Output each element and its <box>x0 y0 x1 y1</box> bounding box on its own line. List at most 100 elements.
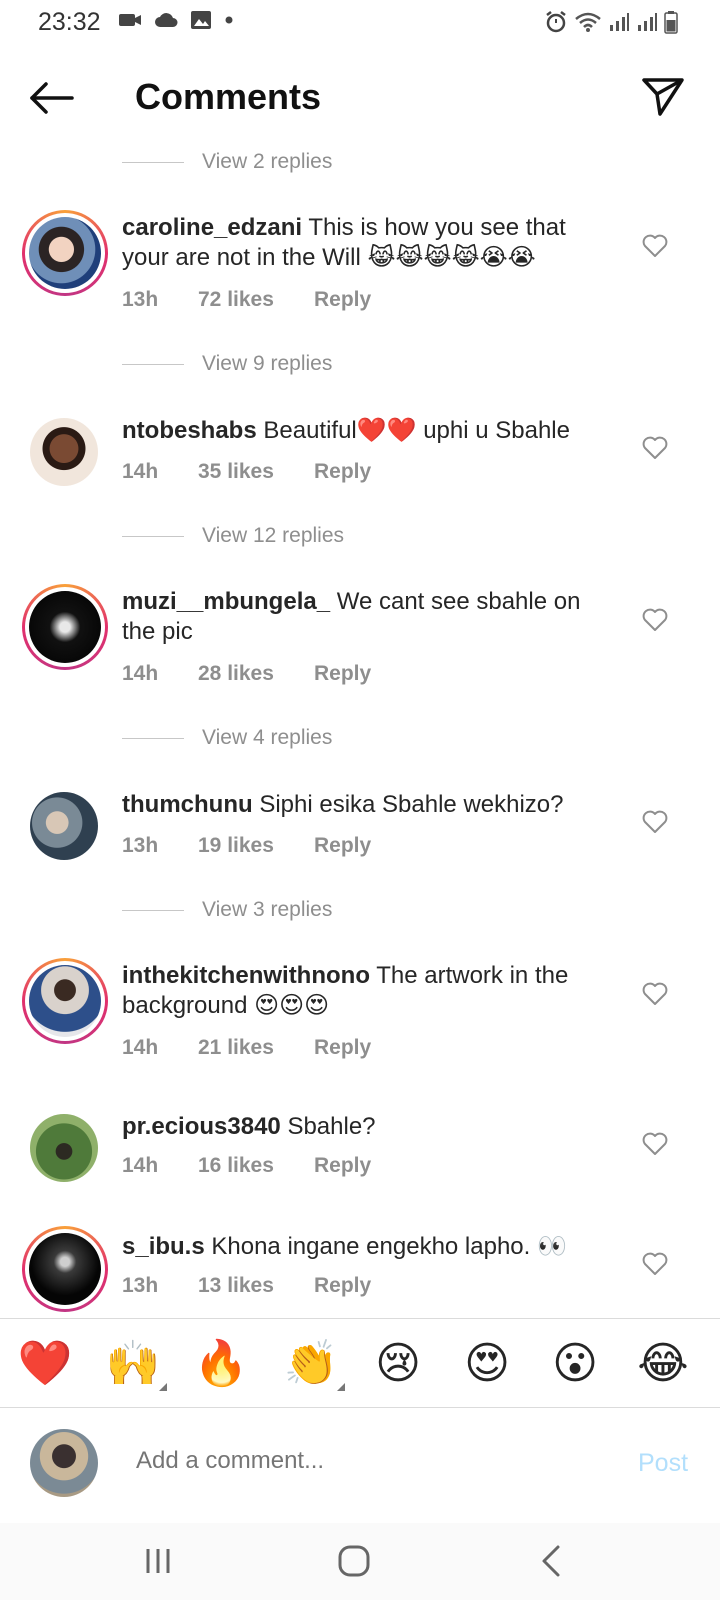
heart-icon[interactable] <box>642 234 668 258</box>
comment-likes[interactable]: 21 likes <box>198 1036 314 1060</box>
gallery-icon <box>191 11 211 29</box>
heart-icon[interactable] <box>642 1252 668 1276</box>
reply-button[interactable]: Reply <box>314 288 371 312</box>
page-title: Comments <box>135 76 322 117</box>
skin-tone-indicator <box>159 1383 167 1391</box>
heart-icon[interactable] <box>642 1132 668 1156</box>
reply-button[interactable]: Reply <box>314 1036 371 1060</box>
comment-text: muzi__mbungela_ We cant see sbahle on th… <box>122 587 602 647</box>
heart-icon[interactable] <box>642 608 668 632</box>
replies-divider <box>122 363 184 365</box>
comment-meta: 14h 35 likes Reply <box>122 460 371 484</box>
emoji-surprised-button[interactable]: 😮 <box>547 1339 603 1389</box>
signal-2-icon <box>638 13 657 31</box>
emoji-raised-hands-glyph: 🙌 <box>105 1338 161 1389</box>
comment-username[interactable]: caroline_edzani <box>122 214 302 241</box>
comment-likes[interactable]: 28 likes <box>198 662 314 686</box>
comment-time: 13h <box>122 1274 159 1297</box>
comment-meta: 13h 19 likes Reply <box>122 834 371 858</box>
emoji-heart-button[interactable]: ❤️ <box>17 1339 73 1389</box>
reply-button[interactable]: Reply <box>314 1274 371 1298</box>
emoji-quick-bar: ❤️ 🙌 🔥 👏 😢 😍 😮 😂 <box>0 1318 720 1408</box>
send-direct-icon[interactable] <box>640 74 686 120</box>
comment-likes[interactable]: 13 likes <box>198 1274 314 1298</box>
avatar[interactable] <box>30 418 98 486</box>
view-replies-link[interactable]: View 3 replies <box>122 898 332 922</box>
comment-meta: 14h 16 likes Reply <box>122 1154 371 1178</box>
comment-likes[interactable]: 35 likes <box>198 460 314 484</box>
comment-username[interactable]: muzi__mbungela_ <box>122 588 330 615</box>
replies-divider <box>122 737 184 739</box>
emoji-laughing-button[interactable]: 😂 <box>635 1339 691 1389</box>
comment-username[interactable]: thumchunu <box>122 791 253 818</box>
comment-composer: Post <box>0 1409 720 1523</box>
battery-icon <box>664 11 678 34</box>
emoji-clapping-button[interactable]: 👏 <box>283 1339 345 1391</box>
recent-apps-icon[interactable] <box>138 1541 178 1581</box>
comment-likes[interactable]: 19 likes <box>198 834 314 858</box>
home-icon[interactable] <box>334 1541 374 1581</box>
comment-message: Siphi esika Sbahle wekhizo? <box>259 791 564 818</box>
emoji-crying-button[interactable]: 😢 <box>370 1339 426 1389</box>
view-replies-link[interactable]: View 12 replies <box>122 524 344 548</box>
header: Comments <box>0 60 720 140</box>
reply-button[interactable]: Reply <box>314 662 371 686</box>
comment-time: 14h <box>122 662 159 685</box>
avatar[interactable] <box>22 1226 108 1312</box>
cloud-icon <box>155 13 178 27</box>
avatar[interactable] <box>22 210 108 296</box>
view-replies-label: View 3 replies <box>202 898 333 921</box>
reply-button[interactable]: Reply <box>314 1154 371 1178</box>
comment-username[interactable]: s_ibu.s <box>122 1233 205 1260</box>
signal-icon <box>610 13 629 31</box>
avatar[interactable] <box>22 584 108 670</box>
heart-icon[interactable] <box>642 810 668 834</box>
reply-button[interactable]: Reply <box>314 834 371 858</box>
dot-icon <box>225 16 233 24</box>
comment-username[interactable]: ntobeshabs <box>122 417 257 444</box>
view-replies-label: View 2 replies <box>202 150 333 173</box>
comment-message: Sbahle? <box>287 1113 376 1140</box>
post-button[interactable]: Post <box>638 1449 688 1478</box>
comment-meta: 13h 13 likes Reply <box>122 1274 371 1298</box>
system-nav-bar <box>0 1523 720 1600</box>
view-replies-label: View 4 replies <box>202 726 333 749</box>
avatar[interactable] <box>22 958 108 1044</box>
comment-likes[interactable]: 72 likes <box>198 288 314 312</box>
avatar[interactable] <box>30 792 98 860</box>
comment-text: pr.ecious3840 Sbahle? <box>122 1112 602 1142</box>
comment-message: Beautiful❤️❤️ uphi u Sbahle <box>263 417 570 444</box>
status-right-icons <box>544 10 678 34</box>
comment-input[interactable] <box>136 1447 576 1475</box>
view-replies-label: View 12 replies <box>202 524 345 547</box>
emoji-raised-hands-button[interactable]: 🙌 <box>105 1338 167 1391</box>
back-arrow-icon[interactable] <box>26 78 76 118</box>
comment-text: s_ibu.s Khona ingane engekho lapho. 👀 <box>122 1232 602 1262</box>
view-replies-link[interactable]: View 2 replies <box>122 150 332 174</box>
view-replies-link[interactable]: View 9 replies <box>122 352 332 376</box>
comment-time: 14h <box>122 1036 159 1059</box>
comment-feed[interactable]: View 2 replies caroline_edzani This is h… <box>0 140 720 1318</box>
comment-time: 13h <box>122 288 159 311</box>
comment-meta: 14h 21 likes Reply <box>122 1036 371 1060</box>
replies-divider <box>122 535 184 537</box>
back-nav-icon[interactable] <box>532 1541 572 1581</box>
comment-meta: 13h 72 likes Reply <box>122 288 371 312</box>
emoji-fire-button[interactable]: 🔥 <box>193 1339 249 1389</box>
reply-button[interactable]: Reply <box>314 460 371 484</box>
comment-username[interactable]: pr.ecious3840 <box>122 1113 281 1140</box>
status-left-icons <box>118 10 234 30</box>
emoji-heart-eyes-button[interactable]: 😍 <box>459 1339 515 1389</box>
comment-likes[interactable]: 16 likes <box>198 1154 314 1178</box>
comment-text: thumchunu Siphi esika Sbahle wekhizo? <box>122 790 602 820</box>
comment-text: ntobeshabs Beautiful❤️❤️ uphi u Sbahle <box>122 416 602 446</box>
comment-time: 14h <box>122 460 159 483</box>
heart-icon[interactable] <box>642 436 668 460</box>
comment-username[interactable]: inthekitchenwithnono <box>122 962 370 989</box>
heart-icon[interactable] <box>642 982 668 1006</box>
status-time: 23:32 <box>38 8 101 36</box>
view-replies-link[interactable]: View 4 replies <box>122 726 332 750</box>
comment-time: 14h <box>122 1154 159 1177</box>
comment-time: 13h <box>122 834 159 857</box>
avatar[interactable] <box>30 1114 98 1182</box>
